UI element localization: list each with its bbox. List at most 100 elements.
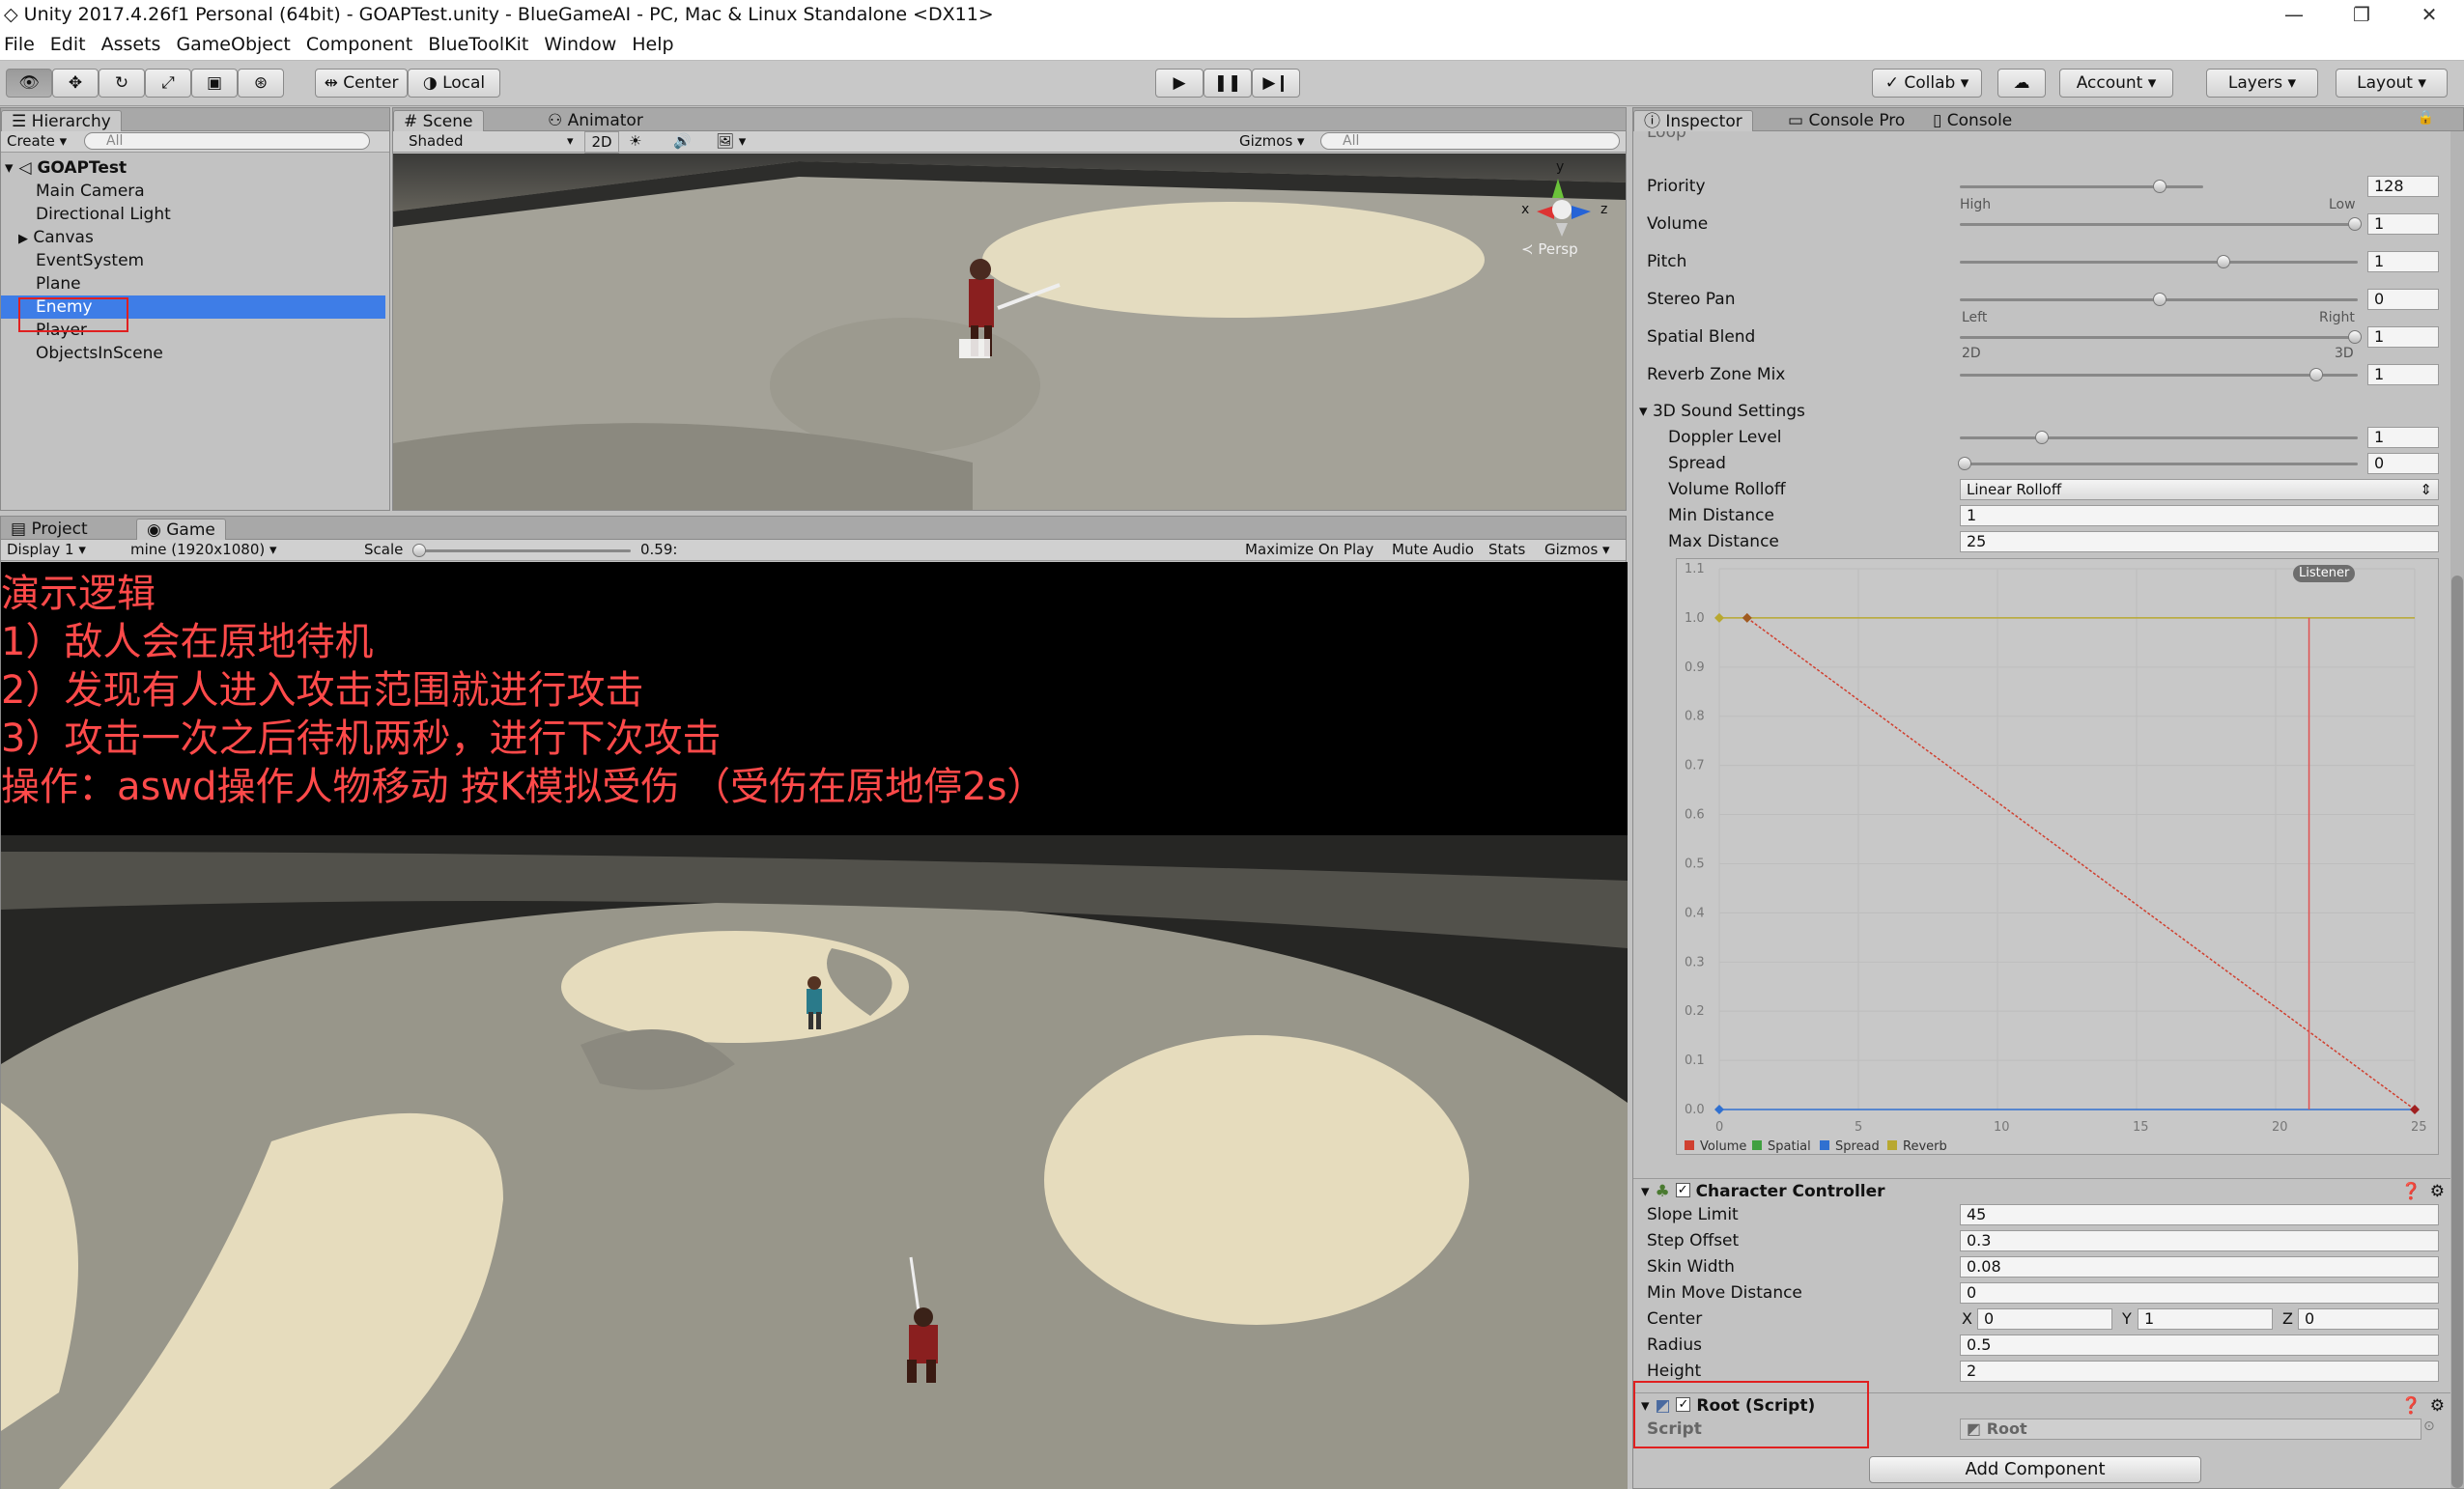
scene-root-row[interactable]: ▾ ◁ GOAPTest <box>1 156 385 180</box>
expand-arrow-icon[interactable]: ▶ <box>18 232 28 246</box>
hierarchy-item-main-camera[interactable]: Main Camera <box>1 180 385 203</box>
reverb-zone-mix-slider-thumb[interactable] <box>2309 368 2323 381</box>
tab-game[interactable]: ◉ Game <box>136 519 226 540</box>
hierarchy-item-eventsystem[interactable]: EventSystem <box>1 249 385 272</box>
scene-viewport[interactable]: y x z ≺ Persp <box>393 154 1626 510</box>
slope-limit-field[interactable]: 45 <box>1960 1204 2439 1225</box>
projection-label[interactable]: ≺ Persp <box>1521 240 1578 258</box>
help-icon[interactable]: ❓ <box>2401 1393 2422 1419</box>
volume-slider[interactable] <box>1960 223 2358 226</box>
rect-tool-icon[interactable]: ▣ <box>191 69 238 98</box>
hierarchy-item-plane[interactable]: Plane <box>1 272 385 295</box>
character-controller-enabled-checkbox[interactable]: ✓ <box>1675 1182 1690 1197</box>
mute-audio-toggle[interactable]: Mute Audio <box>1392 540 1474 560</box>
object-picker-icon[interactable]: ⊙ <box>2423 1419 2435 1434</box>
menu-component[interactable]: Component <box>302 29 424 60</box>
cloud-icon[interactable]: ☁ <box>1997 69 2046 98</box>
menu-window[interactable]: Window <box>540 29 628 60</box>
spatial-blend-slider-thumb[interactable] <box>2348 330 2362 344</box>
menu-edit[interactable]: Edit <box>46 29 98 60</box>
pivot-center-button[interactable]: ⇹ Center <box>315 69 408 98</box>
scale-slider[interactable] <box>418 549 631 552</box>
foldout-arrow-icon[interactable]: ▾ <box>1641 1182 1650 1201</box>
spread-slider-thumb[interactable] <box>1958 457 1971 470</box>
priority-slider-thumb[interactable] <box>2153 180 2167 193</box>
scale-tool-icon[interactable]: ⤢ <box>145 69 191 98</box>
help-icon[interactable]: ❓ <box>2401 1179 2422 1204</box>
reverb-zone-mix-slider[interactable] <box>1960 374 2358 377</box>
hierarchy-search-input[interactable]: All <box>84 132 370 150</box>
menu-file[interactable]: File <box>0 29 46 60</box>
radius-field[interactable]: 0.5 <box>1960 1334 2439 1356</box>
priority-slider[interactable] <box>1960 185 2203 188</box>
account-dropdown[interactable]: Account ▾ <box>2059 69 2173 98</box>
lock-icon[interactable]: 🔒 <box>2418 110 2434 126</box>
gizmos-dropdown[interactable]: Gizmos ▾ <box>1239 131 1305 152</box>
collab-button[interactable]: ✓ Collab ▾ <box>1872 69 1982 98</box>
tab-console-pro[interactable]: ▭ Console Pro <box>1778 110 1914 131</box>
display-dropdown[interactable]: Display 1 ▾ <box>7 540 86 560</box>
lighting-toggle-icon[interactable]: ☀ <box>629 131 641 152</box>
tab-animator[interactable]: ⚇ Animator <box>538 110 653 131</box>
doppler-level-field[interactable]: 1 <box>2367 427 2439 448</box>
center-z-field[interactable]: 0 <box>2298 1308 2439 1330</box>
priority-field[interactable]: 128 <box>2367 176 2439 197</box>
rotate-tool-icon[interactable]: ↻ <box>99 69 145 98</box>
layout-dropdown[interactable]: Layout ▾ <box>2336 69 2448 98</box>
hand-tool-icon[interactable]: 👁 <box>6 69 52 98</box>
stereo-pan-slider-thumb[interactable] <box>2153 293 2167 306</box>
tab-project[interactable]: ▤ Project <box>1 519 98 540</box>
step-offset-field[interactable]: 0.3 <box>1960 1230 2439 1251</box>
create-dropdown[interactable]: Create ▾ <box>7 131 67 152</box>
center-x-field[interactable]: 0 <box>1977 1308 2112 1330</box>
character-controller-header[interactable]: ▾ ♣ ✓ Character Controller ❓ ⚙ <box>1633 1178 2450 1203</box>
pitch-slider-thumb[interactable] <box>2217 255 2230 268</box>
volume-slider-thumb[interactable] <box>2348 217 2362 231</box>
game-gizmos-dropdown[interactable]: Gizmos ▾ <box>1544 540 1610 560</box>
menu-assets[interactable]: Assets <box>98 29 173 60</box>
menu-help[interactable]: Help <box>628 29 685 60</box>
scene-search-input[interactable]: All <box>1320 132 1620 150</box>
transform-tool-icon[interactable]: ⊛ <box>238 69 284 98</box>
min-distance-field[interactable]: 1 <box>1960 505 2439 526</box>
center-y-field[interactable]: 1 <box>2138 1308 2273 1330</box>
move-tool-icon[interactable]: ✥ <box>52 69 99 98</box>
pause-button[interactable]: ❚❚ <box>1204 69 1252 98</box>
close-button[interactable]: ✕ <box>2400 0 2458 29</box>
layers-dropdown[interactable]: Layers ▾ <box>2206 69 2318 98</box>
min-move-distance-field[interactable]: 0 <box>1960 1282 2439 1304</box>
height-field[interactable]: 2 <box>1960 1361 2439 1382</box>
hierarchy-item-objectsinscene[interactable]: ObjectsInScene <box>1 342 385 365</box>
game-viewport[interactable]: 演示逻辑 1）敌人会在原地待机 2）发现有人进入攻击范围就进行攻击 3）攻击一次… <box>1 562 1628 1489</box>
menu-gameobject[interactable]: GameObject <box>172 29 301 60</box>
menu-bluetoolkit[interactable]: BlueToolKit <box>424 29 540 60</box>
pitch-slider[interactable] <box>1960 261 2358 264</box>
inspector-scrollbar[interactable] <box>2450 131 2464 1488</box>
doppler-level-slider[interactable] <box>1960 436 2358 439</box>
scale-slider-thumb[interactable] <box>412 544 426 557</box>
play-button[interactable]: ▶ <box>1155 69 1204 98</box>
effects-toggle-icon[interactable]: 🖼 ▾ <box>716 131 746 152</box>
toggle-2d-button[interactable]: 2D <box>584 131 619 154</box>
inspector-scrollbar-thumb[interactable] <box>2451 576 2463 1488</box>
settings-gear-icon[interactable]: ⚙ <box>2430 1179 2445 1204</box>
skin-width-field[interactable]: 0.08 <box>1960 1256 2439 1278</box>
hierarchy-item-canvas[interactable]: ▶ Canvas <box>1 226 385 249</box>
script-object-field[interactable]: ◩ Root <box>1960 1419 2422 1440</box>
scene-orientation-gizmo[interactable]: y x z ≺ Persp <box>1494 154 1626 260</box>
spread-field[interactable]: 0 <box>2367 453 2439 474</box>
volume-field[interactable]: 1 <box>2367 213 2439 235</box>
space-local-button[interactable]: ◑ Local <box>408 69 500 98</box>
maximize-on-play-toggle[interactable]: Maximize On Play <box>1245 540 1374 560</box>
tab-scene[interactable]: # Scene <box>393 110 484 131</box>
tab-inspector[interactable]: ⓘ Inspector <box>1633 110 1753 131</box>
volume-rolloff-dropdown[interactable]: Linear Rolloff ⇕ <box>1960 479 2439 500</box>
tab-hierarchy[interactable]: ☰ Hierarchy <box>1 110 122 131</box>
rolloff-curve-graph[interactable]: 1.1 1.0 0.9 0.8 0.7 0.6 0.5 0.4 0.3 0.2 0.1 0.0 0 5 10… <box>1676 558 2439 1155</box>
spatial-blend-slider[interactable] <box>1960 336 2358 339</box>
hierarchy-item-directional-light[interactable]: Directional Light <box>1 203 385 226</box>
audio-toggle-icon[interactable]: 🔊 <box>673 131 692 152</box>
maximize-button[interactable]: ❐ <box>2333 0 2391 29</box>
doppler-level-slider-thumb[interactable] <box>2035 431 2049 444</box>
tab-console[interactable]: ▯ Console <box>1923 110 2022 131</box>
